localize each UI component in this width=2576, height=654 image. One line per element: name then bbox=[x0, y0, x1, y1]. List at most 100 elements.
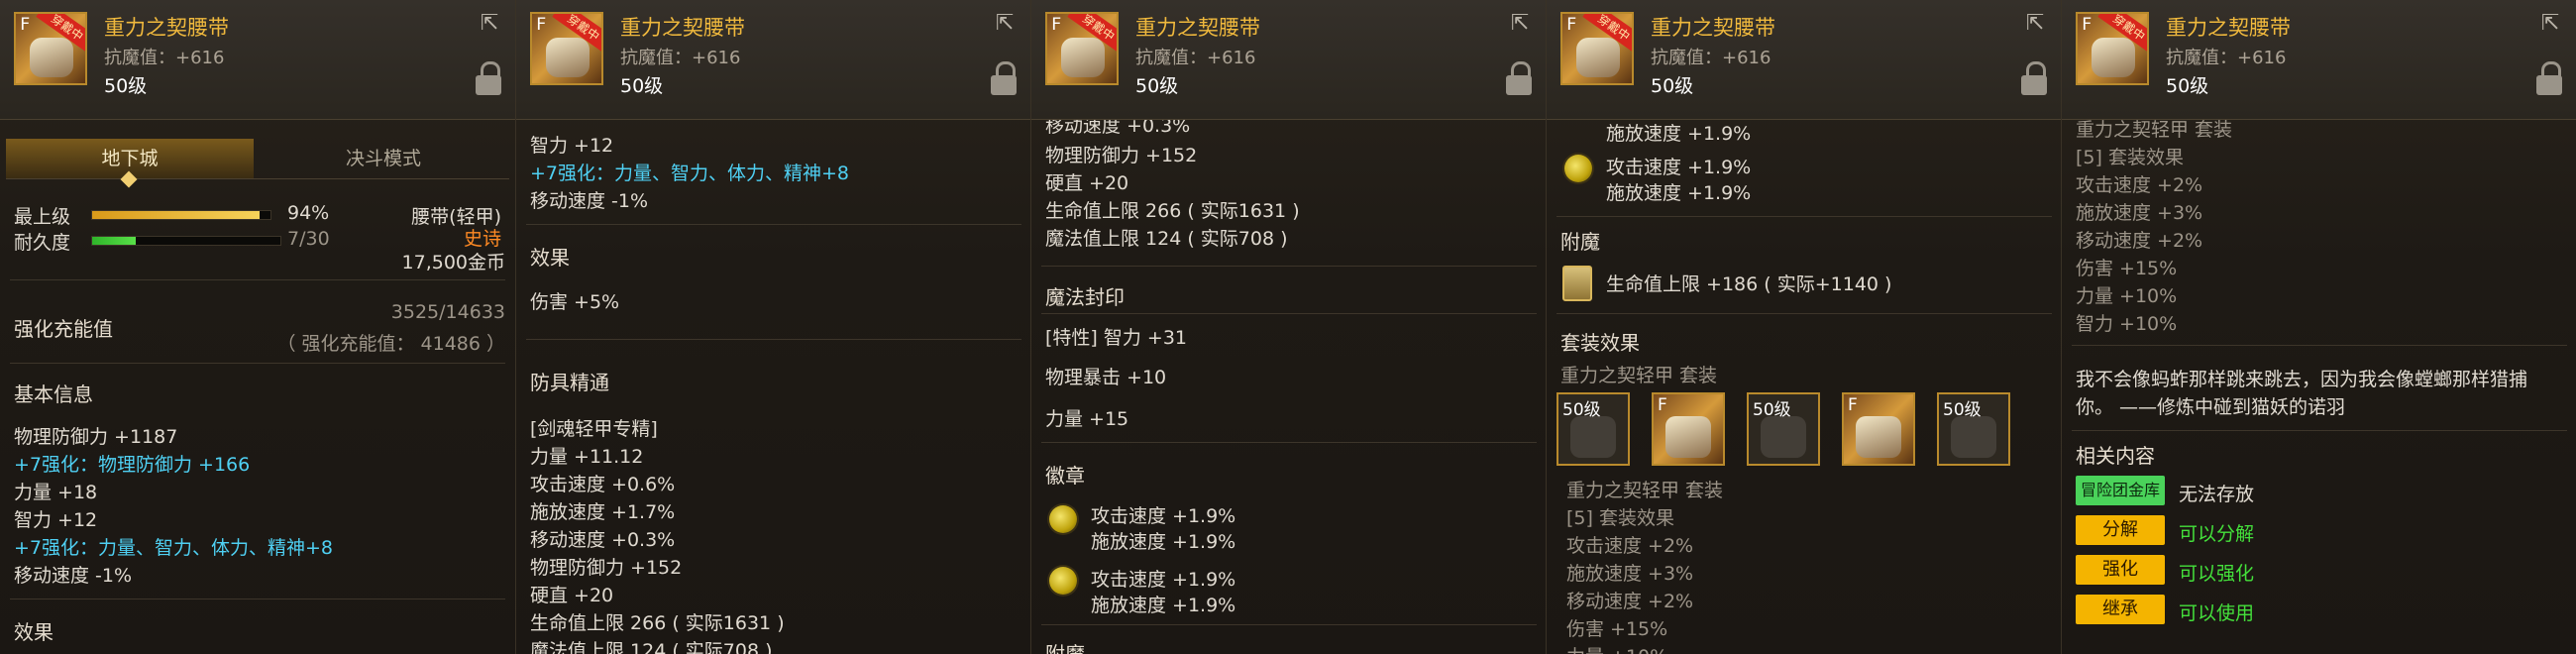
set-slot[interactable]: F bbox=[1842, 392, 1915, 466]
tooltip-content: 移动速度 +0.3% 物理防御力 +152 硬直 +20 生命值上限 266 (… bbox=[1031, 119, 1546, 654]
item-price: 17,500金币 bbox=[401, 252, 505, 273]
stat-line: 硬直 +20 bbox=[1045, 172, 1129, 194]
stat-line: 移动速度 +0.3% bbox=[1045, 119, 1191, 137]
belt-item-icon[interactable]: F 穿戴中 bbox=[1045, 12, 1119, 85]
belt-item-icon[interactable]: F 穿戴中 bbox=[2076, 12, 2149, 85]
stat-line: 移动速度 -1% bbox=[14, 565, 133, 587]
stat-line: 魔法值上限 124 ( 实际708 ) bbox=[1045, 228, 1288, 250]
mastery-header: 防具精通 bbox=[530, 371, 609, 394]
set-slot-image bbox=[1856, 416, 1901, 458]
grade-label: F bbox=[1566, 15, 1577, 35]
set-line: 力量 +10% bbox=[2076, 285, 2178, 307]
emblem-line: 攻击速度 +1.9% bbox=[1091, 505, 1236, 527]
lock-icon[interactable] bbox=[991, 61, 1017, 95]
lock-icon[interactable] bbox=[2021, 61, 2047, 95]
emblem-orb-icon bbox=[1049, 505, 1077, 533]
item-level: 50级 bbox=[104, 75, 148, 97]
belt-item-icon[interactable]: F 穿戴中 bbox=[1560, 12, 1634, 85]
item-name: 重力之契腰带 bbox=[2166, 16, 2291, 40]
divider bbox=[1041, 313, 1537, 314]
enchant-header: 附魔 bbox=[1045, 642, 1085, 654]
stat-line: 生命值上限 266 ( 实际1631 ) bbox=[1045, 200, 1300, 222]
share-icon[interactable]: ⇱ bbox=[2536, 12, 2564, 36]
set-line: 力量 +10% bbox=[1566, 642, 1667, 654]
set-slot[interactable]: 50级 bbox=[1747, 392, 1820, 466]
effect-header: 效果 bbox=[14, 620, 54, 644]
item-stat: 抗魔值：+616 bbox=[104, 48, 225, 68]
mastery-line: 生命值上限 266 ( 实际1631 ) bbox=[530, 612, 785, 634]
enhance-button[interactable]: 强化 bbox=[2076, 555, 2165, 585]
mastery-line: 力量 +11.12 bbox=[530, 446, 644, 468]
tab-dungeon[interactable]: 地下城 bbox=[6, 139, 254, 188]
enchant-card-icon bbox=[1562, 266, 1592, 301]
belt-item-icon[interactable]: F 穿戴中 bbox=[530, 12, 603, 85]
item-name: 重力之契腰带 bbox=[104, 16, 229, 40]
divider bbox=[1041, 624, 1537, 625]
set-slot-image bbox=[1951, 416, 1996, 458]
inherit-button[interactable]: 继承 bbox=[2076, 595, 2165, 624]
grade-label: F bbox=[2082, 15, 2093, 35]
emblem-line: 施放速度 +1.9% bbox=[1091, 531, 1236, 553]
max-level-fill bbox=[92, 211, 261, 219]
belt-shape bbox=[1061, 38, 1105, 77]
share-icon[interactable]: ⇱ bbox=[1506, 12, 1534, 36]
emblem-line: 攻击速度 +1.9% bbox=[1091, 569, 1236, 591]
tooltip-content: 地下城 决斗模式 最上级 94% 耐久度 7/30 腰带(轻甲) 史诗 17,5… bbox=[0, 119, 515, 654]
adventure-vault-button[interactable]: 冒险团金库 bbox=[2076, 476, 2165, 505]
set-slot[interactable]: 50级 bbox=[1937, 392, 2010, 466]
mastery-line: 魔法值上限 124 ( 实际708 ) bbox=[530, 640, 773, 654]
set-slot[interactable]: F bbox=[1652, 392, 1725, 466]
set-name: 重力之契轻甲 套装 bbox=[2076, 119, 2233, 141]
seal-line: 物理暴击 +10 bbox=[1045, 367, 1167, 388]
disassemble-button[interactable]: 分解 bbox=[2076, 515, 2165, 545]
lock-icon[interactable] bbox=[2536, 61, 2562, 95]
tooltip-panel-1: F 穿戴中 重力之契腰带 抗魔值：+616 50级 ⇱ 地下城 决斗模式 最上级… bbox=[0, 0, 515, 654]
share-icon[interactable]: ⇱ bbox=[476, 12, 503, 36]
set-line: 施放速度 +3% bbox=[2076, 202, 2203, 224]
set-slot-image bbox=[1761, 416, 1806, 458]
set-line: 智力 +10% bbox=[2076, 313, 2178, 335]
related-text: 可以使用 bbox=[2179, 602, 2255, 624]
divider bbox=[1041, 442, 1537, 443]
seal-line: 力量 +15 bbox=[1045, 408, 1129, 430]
set-slot[interactable]: 50级 bbox=[1556, 392, 1630, 466]
durability-label: 耐久度 bbox=[14, 232, 71, 254]
item-name: 重力之契腰带 bbox=[620, 16, 745, 40]
stat-line: 智力 +12 bbox=[14, 509, 98, 531]
grade-label: F bbox=[536, 15, 547, 35]
set-line: 移动速度 +2% bbox=[2076, 230, 2203, 252]
belt-item-icon[interactable]: F 穿戴中 bbox=[14, 12, 87, 85]
charge-value: 3525/14633 bbox=[390, 301, 505, 323]
durability-fill bbox=[92, 237, 137, 245]
mastery-line: [剑魂轻甲专精] bbox=[530, 418, 658, 440]
set-name: 重力之契轻甲 套装 bbox=[1566, 480, 1724, 501]
related-text: 可以强化 bbox=[2179, 563, 2255, 585]
belt-shape bbox=[1576, 38, 1620, 77]
set-line: 伤害 +15% bbox=[1566, 618, 1668, 640]
share-icon[interactable]: ⇱ bbox=[2021, 12, 2049, 36]
item-stat: 抗魔值：+616 bbox=[1135, 48, 1256, 68]
effect-line: 伤害 +5% bbox=[530, 291, 620, 313]
related-text: 可以分解 bbox=[2179, 523, 2255, 545]
set-line: [5] 套装效果 bbox=[2076, 147, 2184, 168]
mastery-line: 移动速度 +0.3% bbox=[530, 529, 676, 551]
item-stat: 抗魔值：+616 bbox=[1651, 48, 1771, 68]
divider bbox=[526, 224, 1021, 225]
share-icon[interactable]: ⇱ bbox=[991, 12, 1019, 36]
durability-value: 7/30 bbox=[287, 228, 330, 250]
mode-tabs: 地下城 决斗模式 bbox=[6, 139, 509, 188]
emblem-line: 施放速度 +1.9% bbox=[1606, 182, 1752, 204]
tooltip-content: 施放速度 +1.9% 攻击速度 +1.9% 施放速度 +1.9% 附魔 生命值上… bbox=[1547, 119, 2061, 654]
lock-icon[interactable] bbox=[476, 61, 501, 95]
set-line: 伤害 +15% bbox=[2076, 258, 2178, 279]
tab-duel[interactable]: 决斗模式 bbox=[260, 139, 507, 178]
stat-line: +7强化：力量、智力、体力、精神+8 bbox=[530, 163, 850, 184]
belt-shape bbox=[2092, 38, 2135, 77]
grade-label: F bbox=[1051, 15, 1062, 35]
item-level: 50级 bbox=[1135, 75, 1179, 97]
item-header: F 穿戴中 重力之契腰带 抗魔值：+616 50级 ⇱ bbox=[0, 0, 515, 120]
lock-icon[interactable] bbox=[1506, 61, 1532, 95]
grade-label: F bbox=[1658, 395, 1667, 415]
max-level-label: 最上级 bbox=[14, 206, 71, 228]
flavor-text: 你。 ——修炼中碰到猫妖的诺羽 bbox=[2076, 396, 2346, 418]
